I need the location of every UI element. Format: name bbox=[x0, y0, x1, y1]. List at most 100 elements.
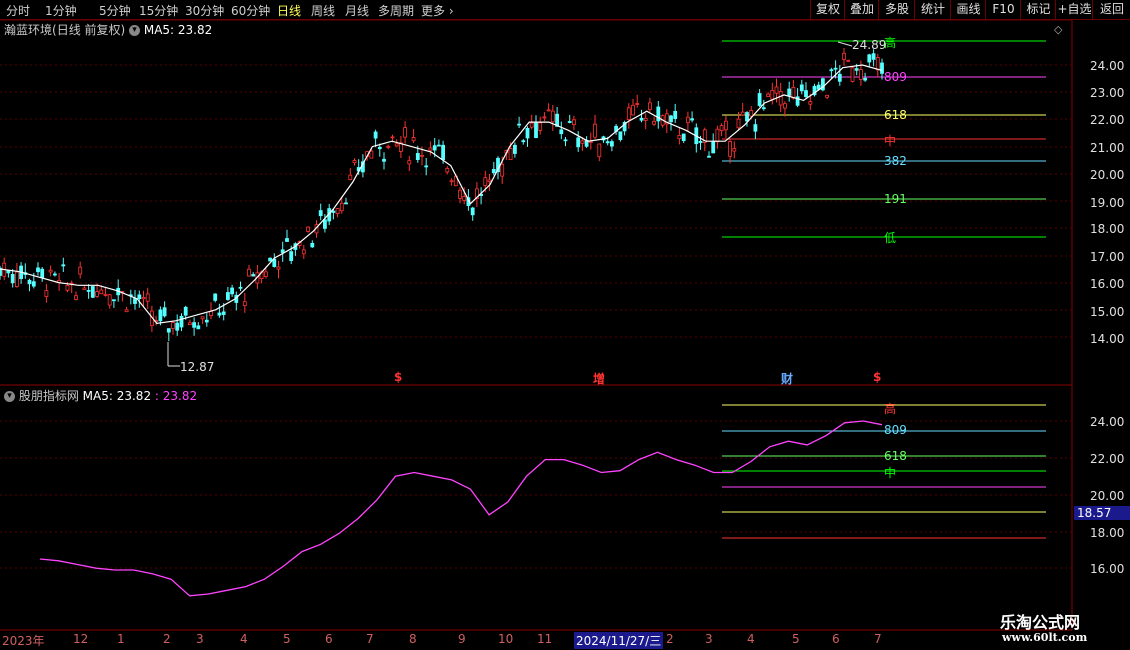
candle-body bbox=[576, 137, 581, 148]
time-tick: 5 bbox=[792, 632, 800, 646]
fib-label: 809 bbox=[884, 70, 907, 84]
candle-body bbox=[196, 325, 201, 330]
watermark-url: www.60lt.com bbox=[1002, 631, 1088, 644]
candle-body bbox=[74, 295, 78, 300]
candle-body bbox=[580, 140, 585, 144]
candle-body bbox=[352, 160, 357, 164]
candle-body bbox=[90, 286, 95, 298]
price-tick: 16.00 bbox=[1090, 277, 1125, 291]
candle-body bbox=[289, 251, 294, 262]
time-tick: 6 bbox=[832, 632, 840, 646]
candle-body bbox=[99, 289, 104, 295]
candle-body bbox=[846, 59, 851, 62]
candle-body bbox=[605, 141, 610, 144]
candle-body bbox=[567, 121, 572, 123]
candle-body bbox=[204, 319, 209, 323]
candle-body bbox=[411, 137, 416, 142]
high-pointer bbox=[837, 41, 853, 47]
candle-body bbox=[508, 148, 513, 161]
event-marker[interactable]: 增 bbox=[593, 370, 605, 387]
candle-body bbox=[867, 54, 872, 63]
candle-body bbox=[770, 90, 775, 100]
time-tick: 4 bbox=[240, 632, 248, 646]
candle-body bbox=[799, 84, 804, 92]
candle-body bbox=[276, 266, 281, 270]
sub-fib-label: 高 bbox=[884, 402, 897, 416]
candle-body bbox=[707, 155, 711, 158]
candle-body bbox=[162, 307, 167, 317]
candle-body bbox=[53, 273, 57, 276]
sub-tick: 18.00 bbox=[1090, 526, 1125, 540]
candle-body bbox=[597, 143, 602, 158]
price-tick: 24.00 bbox=[1090, 59, 1125, 73]
price-tick: 20.00 bbox=[1090, 168, 1125, 182]
event-marker[interactable]: 财 bbox=[781, 370, 793, 387]
candle-body bbox=[124, 309, 129, 313]
candle-body bbox=[542, 116, 547, 119]
candle-body bbox=[842, 52, 846, 60]
candle-body bbox=[415, 152, 420, 160]
price-tick: 22.00 bbox=[1090, 113, 1125, 127]
candle-body bbox=[268, 257, 273, 262]
candle-body bbox=[301, 249, 306, 255]
candle-body bbox=[217, 312, 222, 316]
fib-label: 中 bbox=[884, 134, 897, 148]
fib-label: 191 bbox=[884, 192, 907, 206]
candle-body bbox=[40, 268, 45, 279]
candle-body bbox=[753, 124, 758, 132]
candle-body bbox=[158, 309, 163, 322]
price-tick: 21.00 bbox=[1090, 141, 1125, 155]
time-tick: 2 bbox=[163, 632, 171, 646]
watermark-logo: 乐淘公式网 bbox=[1000, 613, 1081, 632]
candle-body bbox=[517, 123, 521, 126]
candle-body bbox=[377, 146, 382, 150]
time-tick: 3 bbox=[196, 632, 204, 646]
candle-body bbox=[369, 150, 374, 159]
time-tick: 7 bbox=[874, 632, 882, 646]
candle-body bbox=[487, 179, 492, 182]
candle-body bbox=[318, 210, 323, 217]
candle-body bbox=[213, 293, 218, 301]
candle-body bbox=[677, 134, 682, 140]
candle-body bbox=[669, 115, 673, 123]
candle-body bbox=[44, 290, 49, 298]
candle-body bbox=[95, 291, 99, 297]
candle-body bbox=[588, 141, 593, 143]
candle-body bbox=[631, 104, 635, 116]
candle-body bbox=[339, 202, 344, 212]
event-marker[interactable]: $ bbox=[394, 370, 402, 384]
candle-body bbox=[179, 315, 184, 328]
candle-body bbox=[572, 119, 576, 126]
candle-body bbox=[310, 242, 315, 248]
candle-body bbox=[86, 289, 91, 292]
candle-body bbox=[833, 67, 838, 70]
time-tick: 3 bbox=[705, 632, 713, 646]
candle-body bbox=[344, 202, 348, 205]
sub-tick: 22.00 bbox=[1090, 452, 1125, 466]
candle-body bbox=[48, 269, 53, 273]
candle-body bbox=[82, 287, 87, 291]
event-marker[interactable]: $ bbox=[873, 370, 881, 384]
time-tick: 7 bbox=[366, 632, 374, 646]
candle-body bbox=[6, 270, 11, 274]
candle-body bbox=[550, 110, 555, 123]
time-tick: 12 bbox=[73, 632, 89, 646]
candle-body bbox=[348, 174, 353, 180]
kline-chart[interactable] bbox=[0, 0, 1130, 650]
candle-body bbox=[825, 94, 829, 98]
candle-body bbox=[209, 310, 213, 316]
candle-body bbox=[559, 129, 564, 135]
candle-body bbox=[757, 93, 762, 106]
time-tick: 1 bbox=[117, 632, 125, 646]
candle-body bbox=[331, 210, 336, 213]
candle-body bbox=[272, 258, 277, 268]
candle-body bbox=[610, 141, 614, 147]
candle-body bbox=[133, 298, 137, 304]
candle-body bbox=[563, 139, 568, 142]
fib-label: 低 bbox=[884, 231, 897, 245]
price-tick: 17.00 bbox=[1090, 250, 1125, 264]
candle-body bbox=[247, 268, 251, 277]
candle-body bbox=[728, 141, 732, 157]
candle-body bbox=[322, 219, 327, 229]
candle-body bbox=[724, 120, 728, 131]
